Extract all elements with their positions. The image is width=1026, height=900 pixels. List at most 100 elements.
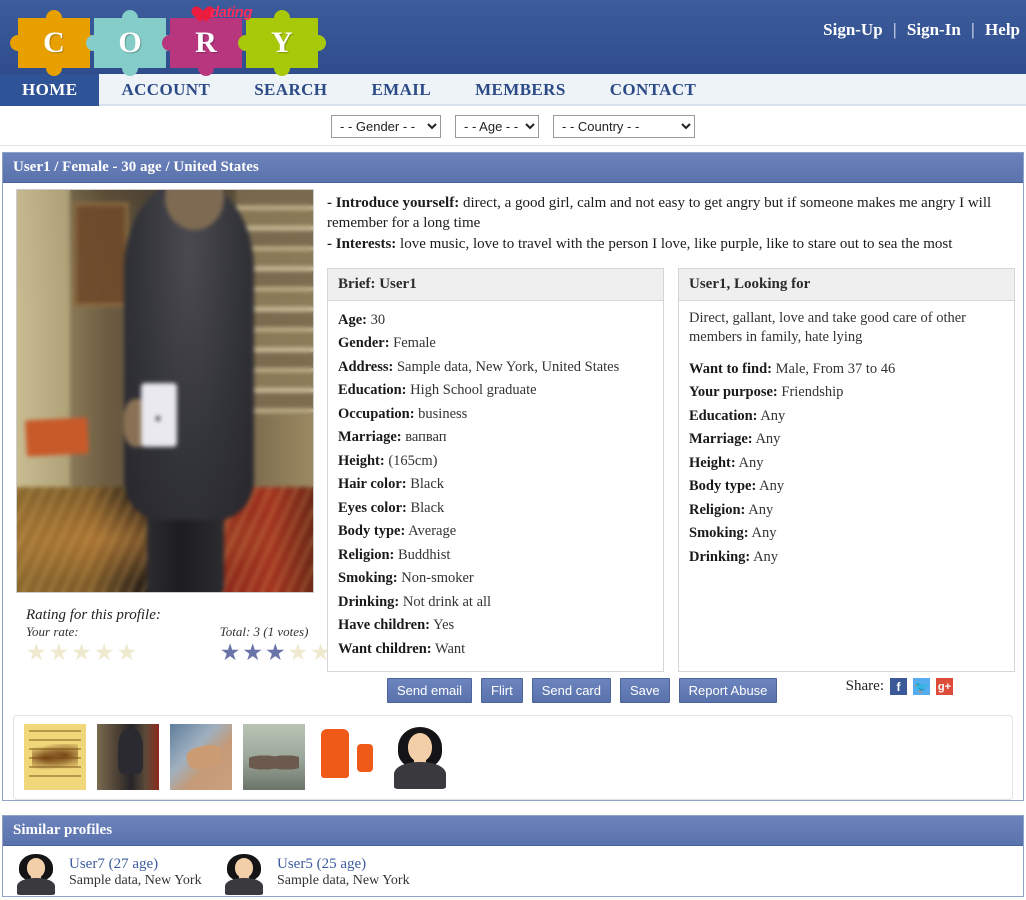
nav-item-members[interactable]: MEMBERS <box>453 74 588 106</box>
help-link[interactable]: Help <box>979 20 1026 39</box>
brief-row-key: Address: <box>338 358 394 375</box>
your-rate-block: Your rate: ★★★★★ <box>26 624 220 664</box>
link-separator: | <box>892 20 897 39</box>
looking-for-row-value: Any <box>738 454 764 471</box>
looking-for-row-key: Marriage: <box>689 431 753 448</box>
star-empty[interactable]: ★ <box>117 640 140 665</box>
logo-puzzle-pieces: C O R Y <box>10 10 326 76</box>
your-rate-stars[interactable]: ★★★★★ <box>26 641 220 664</box>
brief-row-key: Drinking: <box>338 593 400 610</box>
looking-for-description: Direct, gallant, love and take good care… <box>689 309 966 346</box>
looking-for-row: Want to find: Male, From 37 to 46 <box>689 358 1004 381</box>
brief-card: Brief: User1 Age: 30 Gender: Female Addr… <box>327 267 664 673</box>
nav-item-search[interactable]: SEARCH <box>232 74 349 106</box>
looking-for-card-body: Direct, gallant, love and take good care… <box>679 301 1014 579</box>
looking-for-row: Religion: Any <box>689 499 1004 522</box>
brief-row: Occupation: business <box>338 403 653 426</box>
thumbnail-avatar[interactable] <box>389 724 451 791</box>
gender-select[interactable]: - - Gender - - <box>331 115 441 138</box>
link-separator: | <box>971 20 975 39</box>
looking-for-card: User1, Looking for Direct, gallant, love… <box>678 267 1015 673</box>
thumbnail-person-mirror[interactable] <box>97 724 159 791</box>
looking-for-row-key: Your purpose: <box>689 384 778 401</box>
star-empty[interactable]: ★ <box>26 640 49 665</box>
looking-for-card-title: User1, Looking for <box>679 268 1014 301</box>
star-empty[interactable]: ★ <box>49 640 72 665</box>
page-root: C O R Y dating Sign-Up | Sign-In | Help … <box>0 0 1026 900</box>
similar-profiles-list: User7 (27 age) Sample data, New York Use… <box>3 846 1023 897</box>
brief-row-value: Black <box>410 476 445 493</box>
similar-profiles-title: Similar profiles <box>3 816 1023 847</box>
brief-row: Smoking: Non-smoker <box>338 567 653 590</box>
search-filter-bar: - - Gender - - - - Age - - - - Country -… <box>0 108 1026 146</box>
looking-for-row-value: Any <box>751 525 777 542</box>
brief-row: Marriage: вапвап <box>338 426 653 449</box>
sign-in-link[interactable]: Sign-In <box>901 20 967 39</box>
looking-for-row-value: Any <box>755 431 781 448</box>
sign-up-link[interactable]: Sign-Up <box>817 20 889 39</box>
profile-body: Rating for this profile: Your rate: ★★★★… <box>3 183 1023 713</box>
looking-for-row-value: Male, From 37 to 46 <box>775 360 896 377</box>
thumbnail-calligraphy[interactable] <box>24 724 86 791</box>
logo-tagline: dating <box>210 4 253 21</box>
send-card-button[interactable]: Send card <box>531 678 611 704</box>
star-full: ★ <box>242 640 265 665</box>
logo-letter: R <box>195 26 217 59</box>
flirt-button[interactable]: Flirt <box>481 678 523 704</box>
profile-header-title: User1 / Female - 30 age / United States <box>3 153 1023 183</box>
brief-row-value: Buddhist <box>398 546 451 563</box>
site-logo[interactable]: C O R Y dating <box>8 4 326 76</box>
brief-row-value: Yes <box>433 617 455 634</box>
nav-item-home[interactable]: HOME <box>0 74 100 106</box>
report-abuse-button[interactable]: Report Abuse <box>678 678 778 704</box>
rating-title: Rating for this profile: <box>26 607 161 623</box>
brief-row-value: (165cm) <box>388 452 438 469</box>
similar-profile-name[interactable]: User5 (25 age) <box>277 856 410 873</box>
looking-for-row-value: Any <box>760 407 786 424</box>
similar-profile-item[interactable]: User7 (27 age) Sample data, New York <box>13 852 221 897</box>
age-select[interactable]: - - Age - - <box>455 115 539 138</box>
looking-for-row-value: Friendship <box>781 384 844 401</box>
looking-for-row-key: Height: <box>689 454 736 471</box>
brief-row-value: вапвап <box>405 429 447 446</box>
site-header: C O R Y dating Sign-Up | Sign-In | Help <box>0 0 1026 76</box>
looking-for-row-key: Religion: <box>689 501 746 518</box>
save-button[interactable]: Save <box>619 678 670 704</box>
looking-for-row-key: Want to find: <box>689 360 772 377</box>
looking-for-row-value: Any <box>759 478 785 495</box>
send-email-button[interactable]: Send email <box>387 678 473 704</box>
country-select[interactable]: - - Country - - <box>553 115 695 138</box>
profile-main-photo[interactable] <box>16 189 314 593</box>
logo-letter: O <box>118 26 142 59</box>
brief-row-value: 30 <box>370 311 386 328</box>
brief-card-body: Age: 30 Gender: Female Address: Sample d… <box>328 301 663 671</box>
nav-item-account[interactable]: ACCOUNT <box>99 74 232 106</box>
similar-profile-item[interactable]: User5 (25 age) Sample data, New York <box>221 852 429 897</box>
introduce-yourself-line: - Introduce yourself: direct, a good gir… <box>327 193 1015 234</box>
nav-item-email[interactable]: EMAIL <box>349 74 453 106</box>
looking-for-row-key: Smoking: <box>689 525 749 542</box>
facebook-icon[interactable]: f <box>890 678 907 696</box>
looking-for-row: Body type: Any <box>689 475 1004 498</box>
profile-panel: User1 / Female - 30 age / United States <box>2 152 1024 802</box>
total-rate-stars: ★★★★★ <box>220 641 334 664</box>
brief-row-key: Hair color: <box>338 476 407 493</box>
profile-photo-column: Rating for this profile: Your rate: ★★★★… <box>3 189 331 713</box>
introduce-yourself-label: - Introduce yourself: <box>327 195 460 211</box>
looking-for-row-value: Any <box>753 548 779 565</box>
brief-row-key: Have children: <box>338 617 430 634</box>
star-empty: ★ <box>287 640 311 665</box>
similar-profile-name[interactable]: User7 (27 age) <box>69 856 202 873</box>
star-empty[interactable]: ★ <box>71 640 94 665</box>
similar-profile-location: Sample data, New York <box>69 873 202 889</box>
brief-row-key: Eyes color: <box>338 499 407 516</box>
google-plus-icon[interactable]: g+ <box>936 678 953 696</box>
brief-row-key: Height: <box>338 452 385 469</box>
star-empty[interactable]: ★ <box>94 640 117 665</box>
brief-row-value: Female <box>393 335 436 352</box>
twitter-icon[interactable]: 🐦 <box>913 678 930 696</box>
thumbnail-shoes[interactable] <box>243 724 305 791</box>
thumbnail-hands[interactable] <box>170 724 232 791</box>
thumbnail-orange-shirts[interactable] <box>316 724 378 791</box>
nav-item-contact[interactable]: CONTACT <box>588 74 719 106</box>
